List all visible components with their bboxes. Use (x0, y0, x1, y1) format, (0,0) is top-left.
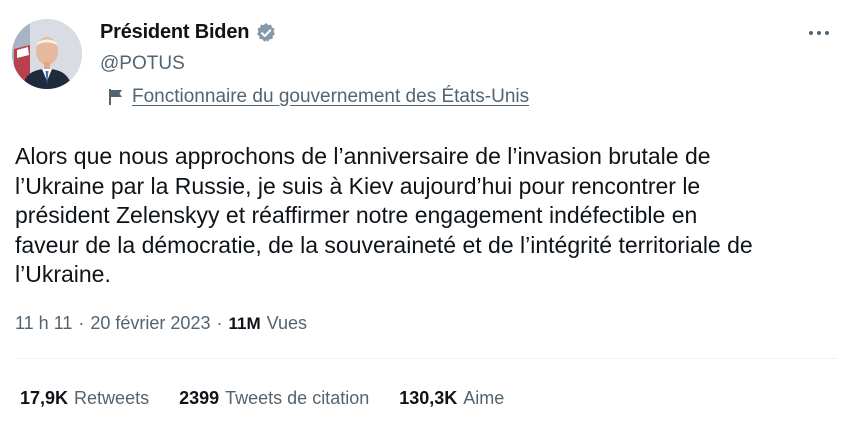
government-verified-badge-icon[interactable] (255, 22, 277, 44)
author-display-name[interactable]: Président Biden (100, 21, 249, 44)
affiliation-label: Fonctionnaire du gouvernement des États-… (108, 86, 529, 108)
meta-separator-2: · (216, 313, 223, 333)
affiliation-link[interactable]: Fonctionnaire du gouvernement des États-… (132, 86, 529, 108)
likes-stat[interactable]: 130,3K Aime (399, 388, 504, 409)
retweets-label: Retweets (74, 388, 150, 408)
tweet-time[interactable]: 11 h 11 (15, 313, 72, 334)
tweet-card: Président Biden @POTUS Fonctionnaire du … (0, 0, 852, 427)
retweets-stat[interactable]: 17,9K Retweets (20, 388, 149, 409)
likes-count: 130,3K (399, 388, 458, 408)
tweet-meta: 11 h 11 · 20 février 2023 · 11M Vues (15, 313, 307, 334)
flag-icon (108, 88, 124, 106)
author-handle[interactable]: @POTUS (100, 53, 185, 75)
avatar[interactable] (12, 19, 82, 89)
views-count: 11M (228, 314, 261, 333)
quotes-stat[interactable]: 2399 Tweets de citation (179, 388, 369, 409)
quotes-count: 2399 (179, 388, 220, 408)
tweet-date[interactable]: 20 février 2023 (90, 313, 210, 334)
more-options-icon (809, 31, 829, 35)
author-name-row: Président Biden (100, 21, 277, 44)
views-label: Vues (266, 313, 307, 333)
quotes-label: Tweets de citation (225, 388, 370, 408)
retweets-count: 17,9K (20, 388, 69, 408)
engagement-stats: 17,9K Retweets 2399 Tweets de citation 1… (20, 388, 534, 409)
meta-separator: · (78, 313, 85, 333)
divider (15, 358, 837, 359)
likes-label: Aime (463, 388, 505, 408)
more-options-button[interactable] (806, 22, 832, 44)
avatar-portrait-icon (12, 19, 82, 89)
tweet-text: Alors que nous approchons de l’anniversa… (15, 143, 753, 287)
